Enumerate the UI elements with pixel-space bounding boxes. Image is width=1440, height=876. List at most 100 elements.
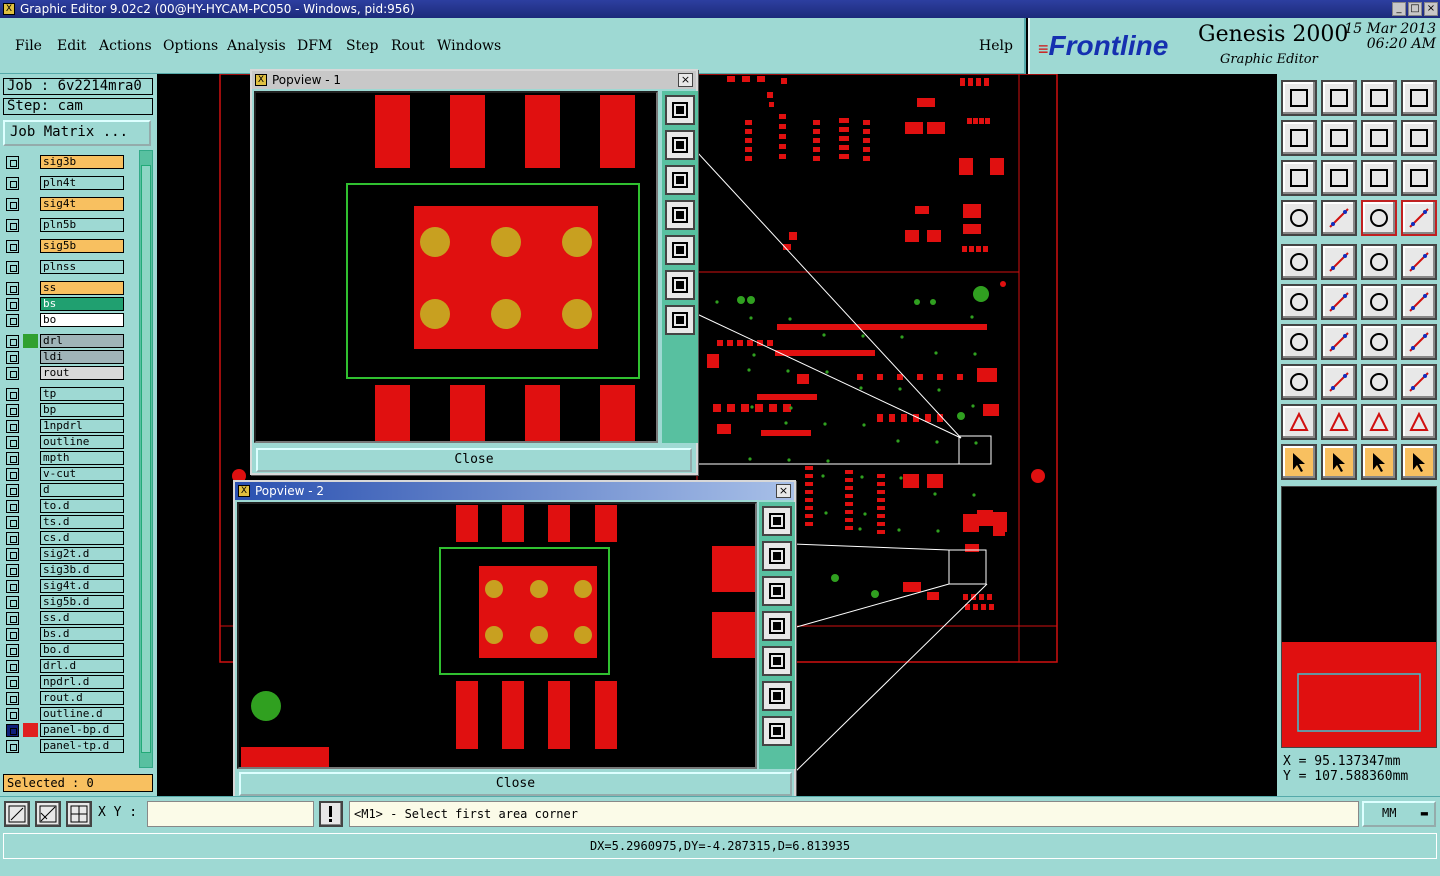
grid-icon[interactable] — [66, 801, 92, 827]
house-icon[interactable] — [1361, 80, 1397, 116]
popview-1-close-icon[interactable]: × — [678, 73, 693, 87]
popview-down-icon[interactable] — [762, 576, 792, 606]
menu-edit[interactable]: Edit — [57, 38, 86, 54]
layer-name[interactable]: sig4t — [40, 197, 124, 211]
layer-row-bs[interactable]: bs — [3, 296, 125, 312]
node-icon[interactable] — [1281, 284, 1317, 320]
layer-name[interactable]: drl.d — [40, 659, 124, 673]
triangle-b-icon[interactable] — [1321, 404, 1357, 440]
layer-name[interactable]: npdrl.d — [40, 675, 124, 689]
layer-checkbox[interactable] — [6, 564, 19, 577]
layer-name[interactable]: 1npdrl — [40, 419, 124, 433]
layer-row-sig2t.d[interactable]: sig2t.d — [3, 546, 125, 562]
layer-checkbox[interactable] — [6, 404, 19, 417]
minimize-button[interactable]: _ — [1392, 2, 1406, 16]
panel-window-icon[interactable] — [1401, 80, 1437, 116]
layer-checkbox[interactable] — [6, 367, 19, 380]
ruler-icon[interactable] — [1361, 244, 1397, 280]
layer-name[interactable]: ss — [40, 281, 124, 295]
layer-checkbox[interactable] — [6, 261, 19, 274]
layer-checkbox[interactable] — [6, 660, 19, 673]
layer-name[interactable]: panel-bp.d — [40, 723, 124, 737]
layer-row-ss[interactable]: ss — [3, 280, 125, 296]
layer-row-pln4t[interactable]: pln4t — [3, 175, 125, 191]
layer-name[interactable]: drl — [40, 334, 124, 348]
layer-scrollbar[interactable] — [139, 150, 153, 768]
popview-zoom-icon[interactable] — [665, 95, 695, 125]
xy-input[interactable] — [148, 802, 313, 826]
overview-map[interactable] — [1281, 486, 1437, 748]
layer-row-1npdrl[interactable]: 1npdrl — [3, 418, 125, 434]
layer-name[interactable]: outline — [40, 435, 124, 449]
layer-checkbox[interactable] — [6, 628, 19, 641]
triangle-c-icon[interactable] — [1361, 404, 1397, 440]
menu-analysis[interactable]: Analysis — [227, 38, 286, 54]
measure-icon[interactable] — [1361, 364, 1397, 400]
arc-icon[interactable] — [1361, 324, 1397, 360]
layer-name[interactable]: tp — [40, 387, 124, 401]
layer-name[interactable]: bs — [40, 297, 124, 311]
layer-name[interactable]: bp — [40, 403, 124, 417]
popview-right-icon[interactable] — [665, 235, 695, 265]
feature-highlight-icon[interactable] — [1401, 200, 1437, 236]
fit-screen-icon[interactable] — [1281, 160, 1317, 196]
menu-windows[interactable]: Windows — [437, 38, 501, 54]
layer-row-sig3b.d[interactable]: sig3b.d — [3, 562, 125, 578]
menu-options[interactable]: Options — [163, 38, 218, 54]
units-select[interactable]: MM ▬ — [1362, 801, 1436, 827]
popview-2-close-button[interactable]: Close — [239, 772, 792, 796]
layer-name[interactable]: pln5b — [40, 218, 124, 232]
layer-name[interactable]: v-cut — [40, 467, 124, 481]
layer-row-ss.d[interactable]: ss.d — [3, 610, 125, 626]
layer-name[interactable]: d — [40, 483, 124, 497]
layer-checkbox[interactable] — [6, 580, 19, 593]
layer-checkbox[interactable] — [6, 351, 19, 364]
popview-fit-icon[interactable] — [665, 270, 695, 300]
menu-dfm[interactable]: DFM — [297, 38, 332, 54]
popview-right-icon[interactable] — [762, 646, 792, 676]
layer-row-panel-tp.d[interactable]: panel-tp.d — [3, 738, 125, 754]
layer-name[interactable]: plnss — [40, 260, 124, 274]
measure-area-icon[interactable] — [35, 801, 61, 827]
layer-row-plnss[interactable]: plnss — [3, 259, 125, 275]
layer-checkbox[interactable] — [6, 198, 19, 211]
layer-row-bo.d[interactable]: bo.d — [3, 642, 125, 658]
route-icon[interactable] — [1401, 444, 1437, 480]
layer-name[interactable]: rout — [40, 366, 124, 380]
diagonal-icon[interactable] — [1321, 324, 1357, 360]
layer-checkbox[interactable] — [6, 692, 19, 705]
layer-row-drl.d[interactable]: drl.d — [3, 658, 125, 674]
pan-right-icon[interactable] — [1321, 120, 1357, 156]
layer-checkbox[interactable] — [6, 516, 19, 529]
layer-row-sig4t.d[interactable]: sig4t.d — [3, 578, 125, 594]
triangle-a-icon[interactable] — [1281, 404, 1317, 440]
layer-checkbox[interactable] — [6, 219, 19, 232]
popview-left-icon[interactable] — [762, 611, 792, 641]
layer-row-bp[interactable]: bp — [3, 402, 125, 418]
layer-checkbox[interactable] — [6, 724, 19, 737]
pad-icon[interactable] — [1401, 244, 1437, 280]
layer-name[interactable]: bs.d — [40, 627, 124, 641]
layer-checkbox[interactable] — [6, 314, 19, 327]
pan-left-icon[interactable] — [1281, 120, 1317, 156]
layer-checkbox[interactable] — [6, 644, 19, 657]
triangle-d-icon[interactable] — [1401, 404, 1437, 440]
layer-row-npdrl.d[interactable]: npdrl.d — [3, 674, 125, 690]
layer-row-ts.d[interactable]: ts.d — [3, 514, 125, 530]
zoom-back-icon[interactable] — [1361, 120, 1397, 156]
layer-row-sig5b[interactable]: sig5b — [3, 238, 125, 254]
layer-checkbox[interactable] — [6, 596, 19, 609]
job-matrix-button[interactable]: Job Matrix ... — [3, 120, 151, 146]
angle-icon[interactable] — [1281, 324, 1317, 360]
connect-icon[interactable] — [1361, 284, 1397, 320]
layer-row-panel-bp.d[interactable]: panel-bp.d — [3, 722, 125, 738]
popview-2-canvas[interactable] — [237, 502, 757, 769]
popview-up-icon[interactable] — [665, 130, 695, 160]
layer-name[interactable]: sig5b — [40, 239, 124, 253]
layer-row-outline[interactable]: outline — [3, 434, 125, 450]
layer-name[interactable]: pln4t — [40, 176, 124, 190]
popview-left-icon[interactable] — [665, 200, 695, 230]
zoom-area-icon[interactable] — [4, 801, 30, 827]
layer-checkbox[interactable] — [6, 500, 19, 513]
layer-name[interactable]: outline.d — [40, 707, 124, 721]
